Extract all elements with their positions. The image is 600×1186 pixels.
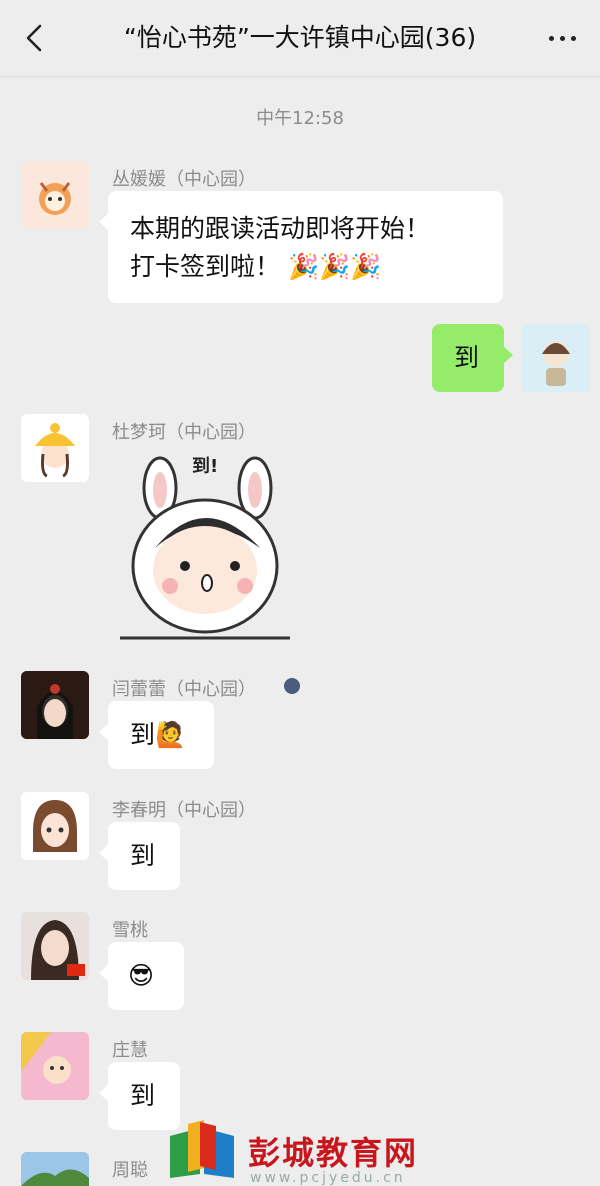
message-text: 本期的跟读活动即将开始！	[130, 214, 431, 243]
sender-name: 杜梦珂（中心园）	[112, 422, 256, 443]
watermark-logo: 彭城教育网 www.pcjyedu.cn	[160, 1118, 460, 1186]
message-text: 😎	[128, 961, 155, 990]
watermark-text: 彭城教育网	[248, 1134, 419, 1172]
sender-name: 庄慧	[112, 1040, 148, 1061]
message-bubble[interactable]: 本期的跟读活动即将开始！ 打卡签到啦！ 🎉🎉🎉	[99, 191, 503, 303]
avatar[interactable]	[21, 1152, 89, 1186]
message-text: 到	[130, 1081, 156, 1110]
back-icon[interactable]	[18, 18, 54, 58]
watermark-url: www.pcjyedu.cn	[250, 1170, 406, 1186]
sender-name: 丛媛媛（中心园）	[112, 169, 256, 190]
avatar[interactable]	[21, 414, 89, 482]
message-text: 到	[130, 841, 156, 870]
self-message-bubble[interactable]: 到	[432, 324, 513, 392]
sender-name: 周聪	[112, 1160, 148, 1181]
sticker-caption: 到!	[192, 456, 219, 477]
verified-icon	[284, 678, 300, 694]
avatar[interactable]	[21, 671, 89, 739]
chat-header: “怡心书苑”一大许镇中心园(36)	[0, 0, 600, 77]
sender-name: 李春明（中心园）	[112, 800, 256, 821]
avatar[interactable]	[21, 1032, 89, 1100]
message-timestamp: 中午12:58	[256, 108, 344, 129]
sender-name: 雪桃	[112, 920, 148, 941]
sender-name: 闫蕾蕾（中心园）	[112, 679, 256, 700]
chat-title: “怡心书苑”一大许镇中心园(36)	[123, 23, 477, 52]
avatar[interactable]	[21, 161, 89, 229]
more-icon[interactable]	[542, 18, 582, 58]
avatar[interactable]	[21, 792, 89, 860]
message-text: 打卡签到啦！ 🎉🎉🎉	[130, 252, 382, 281]
message-bubble[interactable]: 到🙋	[99, 701, 214, 769]
message-text: 到	[454, 343, 480, 372]
bunny-sticker[interactable]: 到!	[110, 448, 300, 648]
avatar[interactable]	[21, 912, 89, 980]
self-avatar[interactable]	[522, 324, 590, 392]
message-bubble[interactable]: 到	[99, 822, 180, 890]
message-bubble[interactable]: 😎	[99, 942, 184, 1010]
message-text: 到🙋	[130, 720, 187, 749]
